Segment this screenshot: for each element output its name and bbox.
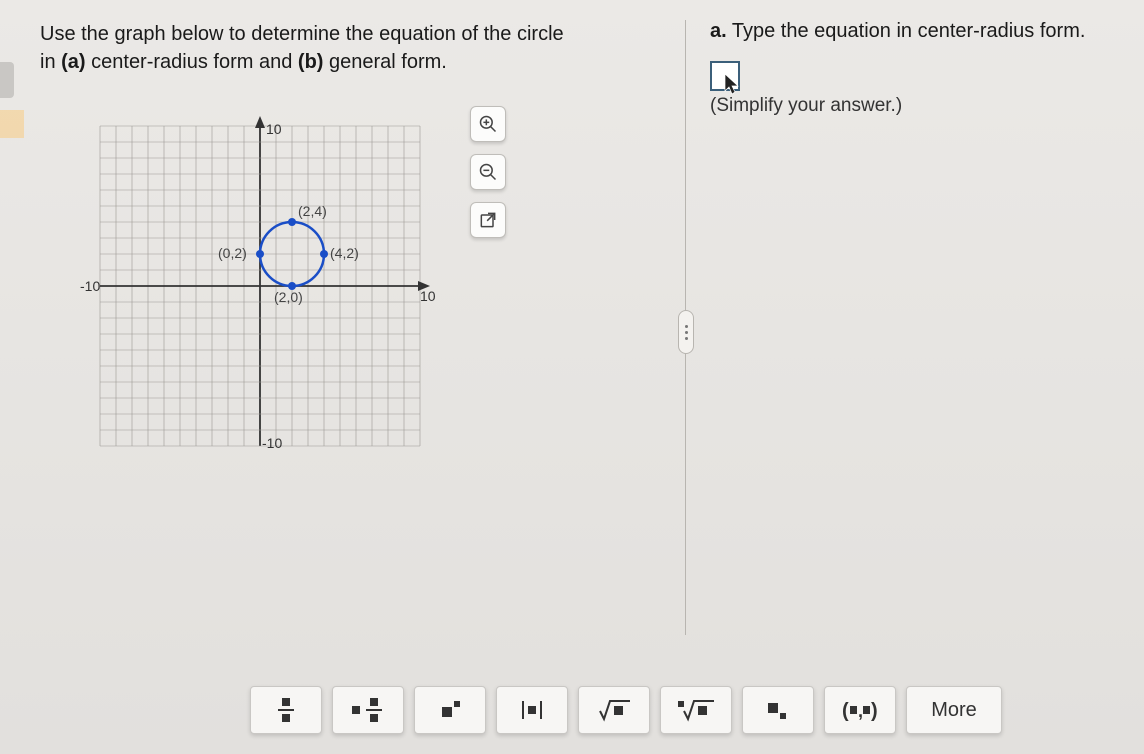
part-a-text: Type the equation in center-radius form. bbox=[727, 20, 1086, 42]
left-side-tab bbox=[0, 62, 14, 98]
svg-text:,: , bbox=[858, 701, 863, 721]
svg-text:10: 10 bbox=[420, 288, 436, 304]
math-toolbar: (,) More bbox=[250, 686, 1002, 734]
question-text: Use the graph below to determine the equ… bbox=[40, 20, 670, 76]
part-a-prompt: a. Type the equation in center-radius fo… bbox=[710, 20, 1134, 43]
pt-label-20: (2,0) bbox=[274, 289, 303, 305]
question-line1: Use the graph below to determine the equ… bbox=[40, 23, 564, 45]
pt-label-42: (4,2) bbox=[330, 245, 359, 261]
svg-text:(: ( bbox=[842, 700, 849, 722]
simplify-hint: (Simplify your answer.) bbox=[710, 95, 1134, 117]
q-l2-a: (a) bbox=[61, 51, 85, 73]
math-btn-more[interactable]: More bbox=[906, 686, 1002, 734]
svg-text:10: 10 bbox=[266, 121, 282, 137]
more-label: More bbox=[931, 699, 977, 722]
math-btn-square-root[interactable] bbox=[578, 686, 650, 734]
math-btn-ordered-pair[interactable]: (,) bbox=[824, 686, 896, 734]
q-l2-post: general form. bbox=[323, 51, 446, 73]
pt-label-24: (2,4) bbox=[298, 203, 327, 219]
cursor-icon bbox=[724, 73, 742, 95]
zoom-in-button[interactable] bbox=[470, 106, 506, 142]
panel-collapse-handle[interactable] bbox=[678, 310, 694, 354]
math-btn-subscript[interactable] bbox=[742, 686, 814, 734]
q-l2-mid: center-radius form and bbox=[86, 51, 298, 73]
answer-input[interactable] bbox=[710, 61, 740, 91]
zoom-out-button[interactable] bbox=[470, 154, 506, 190]
q-l2-b: (b) bbox=[298, 51, 324, 73]
q-l2-pre: in bbox=[40, 51, 61, 73]
part-a-prefix: a. bbox=[710, 20, 727, 42]
math-btn-fraction[interactable] bbox=[250, 686, 322, 734]
math-btn-mixed-fraction[interactable] bbox=[332, 686, 404, 734]
coordinate-graph[interactable]: (2,4) (0,2) (4,2) (2,0) -10 10 10 -10 bbox=[70, 96, 450, 476]
highlight-mark bbox=[0, 110, 24, 138]
svg-text:): ) bbox=[871, 700, 878, 722]
popout-button[interactable] bbox=[470, 202, 506, 238]
math-btn-absolute-value[interactable] bbox=[496, 686, 568, 734]
pt-label-02: (0,2) bbox=[218, 245, 247, 261]
svg-text:-10: -10 bbox=[262, 435, 282, 451]
math-btn-exponent[interactable] bbox=[414, 686, 486, 734]
math-btn-nth-root[interactable] bbox=[660, 686, 732, 734]
svg-text:-10: -10 bbox=[80, 278, 100, 294]
